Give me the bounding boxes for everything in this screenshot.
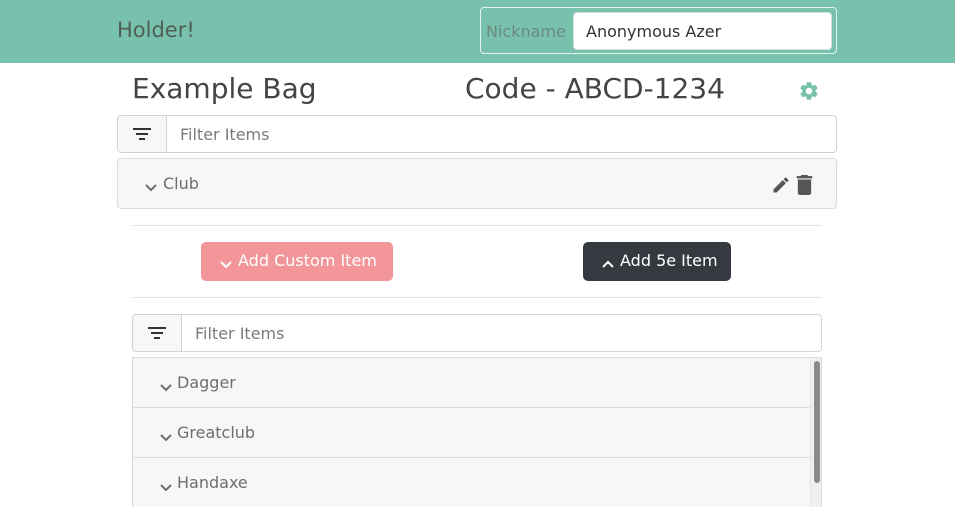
list-item-label: Handaxe [177, 473, 248, 492]
catalog-filter [132, 314, 822, 352]
add-5e-item-button[interactable]: Add 5e Item [583, 242, 731, 281]
scrollbar[interactable] [810, 358, 821, 507]
list-item-label: Greatclub [177, 423, 256, 442]
bag-code: Code - ABCD-1234 [465, 72, 725, 105]
scrollbar-thumb[interactable] [814, 361, 820, 483]
filter-icon[interactable] [133, 315, 182, 351]
nickname-input[interactable] [573, 12, 832, 50]
pencil-icon[interactable] [771, 175, 791, 199]
list-item[interactable]: Greatclub [133, 408, 810, 458]
trash-icon[interactable] [796, 175, 813, 199]
nickname-label: Nickname [486, 22, 566, 41]
bag-filter [117, 115, 837, 153]
gear-icon[interactable] [798, 80, 820, 102]
chevron-down-icon [220, 255, 232, 274]
bag-item[interactable]: Club [117, 158, 837, 209]
divider [132, 225, 822, 226]
filter-icon[interactable] [118, 116, 167, 152]
chevron-down-icon [160, 428, 172, 447]
chevron-down-icon [145, 178, 157, 197]
top-navbar: Holder! Nickname [0, 0, 955, 63]
list-item[interactable]: Handaxe [133, 458, 810, 507]
bag-item-label: Club [163, 174, 199, 193]
bag-filter-input[interactable] [168, 116, 828, 152]
brand-title[interactable]: Holder! [117, 18, 195, 42]
add-custom-item-button[interactable]: Add Custom Item [201, 242, 393, 281]
add-5e-item-label: Add 5e Item [620, 251, 718, 270]
chevron-down-icon [160, 378, 172, 397]
list-item[interactable]: Dagger [133, 358, 810, 408]
nickname-group: Nickname [480, 7, 837, 54]
add-custom-item-label: Add Custom Item [238, 251, 377, 270]
catalog-list: Dagger Greatclub Handaxe [132, 357, 822, 507]
list-item-label: Dagger [177, 373, 236, 392]
catalog-filter-input[interactable] [183, 315, 813, 351]
divider [132, 297, 822, 298]
bag-title: Example Bag [132, 72, 317, 105]
chevron-up-icon [602, 254, 614, 273]
chevron-down-icon [160, 478, 172, 497]
